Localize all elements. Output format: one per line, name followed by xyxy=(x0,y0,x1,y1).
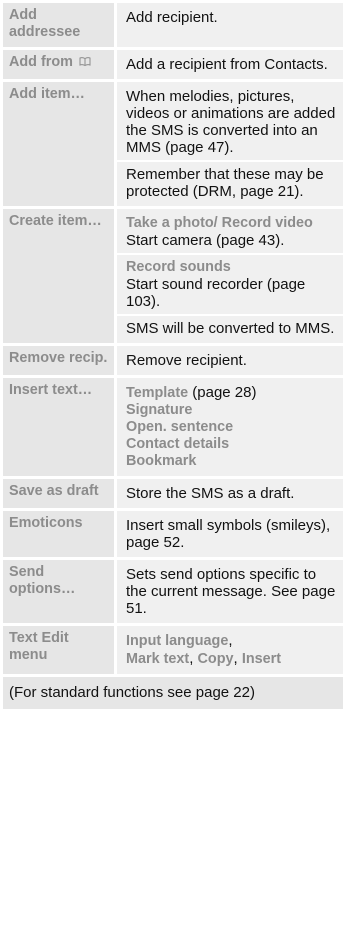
option-label: Remove recip. xyxy=(3,346,117,375)
sub-option-title: Insert xyxy=(241,651,282,667)
option-description: Insert small symbols (smileys), page 52. xyxy=(117,511,343,557)
option-label: Save as draft xyxy=(3,479,117,508)
option-label: Add from xyxy=(9,54,73,70)
option-description: Store the SMS as a draft. xyxy=(117,479,343,508)
table-row: Send options… Sets send options specific… xyxy=(3,560,343,626)
description-paragraph: Start sound recorder (page 103). xyxy=(126,276,306,310)
table-row: Save as draft Store the SMS as a draft. xyxy=(3,479,343,511)
separator-text: , xyxy=(228,632,233,649)
option-label: Emoticons xyxy=(3,511,117,557)
divider xyxy=(117,314,343,316)
footer-note: (For standard functions see page 22) xyxy=(3,677,343,709)
table-row: Create item… Take a photo/ Record video … xyxy=(3,209,343,346)
option-label-cell: Add from xyxy=(3,50,117,79)
separator-text: , xyxy=(189,650,198,667)
sub-option-title: Input language xyxy=(126,633,229,649)
table-row: Text Edit menu Input language, Mark text… xyxy=(3,626,343,677)
option-description: Remove recipient. xyxy=(117,346,343,375)
sub-option-title: Open. sentence xyxy=(126,419,234,435)
sub-option-title: Record sounds xyxy=(126,259,231,275)
table-row: Remove recip. Remove recipient. xyxy=(3,346,343,378)
description-paragraph: Remember that these may be protected (DR… xyxy=(126,166,324,200)
sub-option-title: Signature xyxy=(126,402,193,418)
option-label: Text Edit menu xyxy=(3,626,117,674)
table-row: Insert text… Template (page 28) Signatur… xyxy=(3,378,343,479)
sub-option-title: Mark text xyxy=(126,651,190,667)
option-label: Add item… xyxy=(3,82,117,206)
sub-option-title: Copy xyxy=(197,651,234,667)
description-paragraph: When melodies, pictures, videos or anima… xyxy=(126,88,336,156)
option-description: Add recipient. xyxy=(117,3,343,47)
table-row: Emoticons Insert small symbols (smileys)… xyxy=(3,511,343,560)
page-reference: (page 28) xyxy=(188,384,257,401)
option-description: Input language, Mark text, Copy, Insert xyxy=(117,626,343,674)
description-paragraph: SMS will be converted to MMS. xyxy=(126,320,335,337)
sub-option-title: Contact details xyxy=(126,436,230,452)
option-label: Add addressee xyxy=(3,3,117,47)
sub-option-line: Input language, xyxy=(126,632,337,650)
book-icon xyxy=(79,57,91,67)
divider xyxy=(117,160,343,162)
options-table: Add addressee Add recipient. Add from Ad… xyxy=(3,3,343,709)
sub-option-title: Bookmark xyxy=(126,453,197,469)
option-label: Create item… xyxy=(3,209,117,343)
sub-option-line: Mark text, Copy, Insert xyxy=(126,650,337,668)
option-description: When melodies, pictures, videos or anima… xyxy=(117,82,343,206)
option-description: Add a recipient from Contacts. xyxy=(117,50,343,79)
option-description: Template (page 28) Signature Open. sente… xyxy=(117,378,343,476)
table-row: Add from Add a recipient from Contacts. xyxy=(3,50,343,82)
sub-option-title: Take a photo/ Record video xyxy=(126,215,313,231)
sub-option-title: Template xyxy=(126,385,189,401)
table-row: Add addressee Add recipient. xyxy=(3,3,343,50)
separator-text: , xyxy=(233,650,242,667)
option-label: Insert text… xyxy=(3,378,117,476)
table-row: Add item… When melodies, pictures, video… xyxy=(3,82,343,209)
divider xyxy=(117,253,343,255)
description-paragraph: Start camera (page 43). xyxy=(126,232,285,249)
option-description: Sets send options specific to the curren… xyxy=(117,560,343,623)
sub-option-line: Template (page 28) xyxy=(126,384,337,402)
option-label: Send options… xyxy=(3,560,117,623)
option-description: Take a photo/ Record video Start camera … xyxy=(117,209,343,343)
